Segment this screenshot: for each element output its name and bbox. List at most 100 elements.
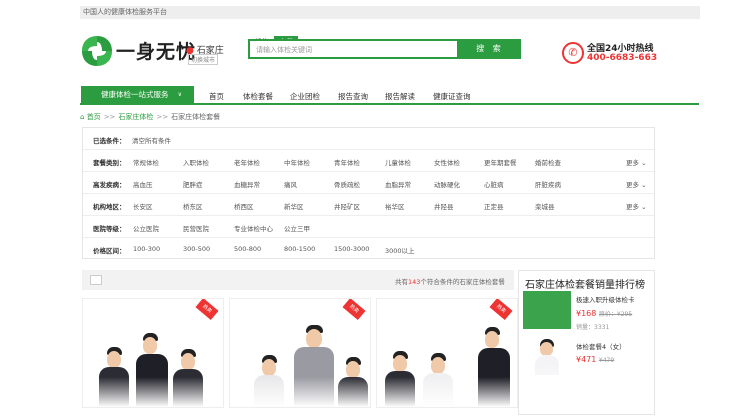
filter-option[interactable]: 1500-3000: [334, 245, 369, 253]
filter-panel: 已选条件： 清空所有条件 套餐类别： 常规体检 入职体检 老年体检 中年体检 青…: [82, 127, 655, 259]
filter-option[interactable]: 300-500: [183, 245, 210, 253]
filter-option[interactable]: 正定县: [484, 201, 504, 211]
filter-option[interactable]: 入职体检: [183, 157, 209, 167]
filter-option[interactable]: 3000以上: [385, 245, 415, 255]
filter-option[interactable]: 肥胖症: [183, 179, 203, 189]
package-card[interactable]: 热卖: [376, 298, 518, 408]
nav-item-report-interpret[interactable]: 报告解读: [385, 91, 415, 102]
top-strip: [80, 6, 700, 19]
filter-option[interactable]: 裕华区: [385, 201, 405, 211]
breadcrumb: ⌂ 首页 >> 石家庄体检 >> 石家庄体检套餐: [80, 112, 220, 122]
filter-option[interactable]: 婚前检查: [535, 157, 561, 167]
breadcrumb-city[interactable]: 石家庄体检: [118, 113, 153, 121]
hot-badge: 热卖: [342, 299, 366, 321]
nav-category-menu[interactable]: 健康体检一站式服务 ∨: [81, 86, 194, 103]
filter-row-region: 机构地区： 长安区 桥东区 桥西区 新华区 井陉矿区 裕华区 井陉县 正定县 栾…: [83, 194, 654, 216]
filter-option[interactable]: 血脂异常: [385, 179, 411, 189]
sort-checkbox[interactable]: [90, 275, 102, 285]
nav-item-health-cert[interactable]: 健康证查询: [433, 91, 471, 102]
nav-item-report-query[interactable]: 报告查询: [338, 91, 368, 102]
hot-badge: 热卖: [195, 299, 219, 321]
top-slogan: 中国人的健康体检服务平台: [83, 8, 167, 16]
search-input[interactable]: 请输入体检关键词: [248, 39, 459, 59]
filter-option[interactable]: 女性体检: [434, 157, 460, 167]
ranking-item-name[interactable]: 体检套餐4（女）: [576, 341, 626, 351]
filter-option[interactable]: 井陉矿区: [334, 201, 360, 211]
original-price: 原价：¥295: [599, 311, 632, 318]
search-button[interactable]: 搜 索: [459, 39, 521, 59]
filter-row-disease: 高发疾病： 高血压 肥胖症 血糖异常 痛风 骨质疏松 血脂异常 动脉硬化 心脏病…: [83, 172, 654, 194]
switch-city-button[interactable]: 切换城市: [188, 54, 219, 65]
card-fade: [83, 377, 223, 407]
filter-option[interactable]: 公立医院: [133, 223, 159, 233]
filter-option[interactable]: 100-300: [133, 245, 160, 253]
filter-option[interactable]: 骨质疏松: [334, 179, 360, 189]
filter-option[interactable]: 栾城县: [535, 201, 555, 211]
filter-row-category: 套餐类别： 常规体检 入职体检 老年体检 中年体检 青年体检 儿童体检 女性体检…: [83, 150, 654, 172]
more-label: 更多: [626, 181, 639, 189]
filter-option[interactable]: 老年体检: [234, 157, 260, 167]
original-price-value: ¥295: [616, 311, 633, 318]
package-card[interactable]: 热卖: [229, 298, 371, 408]
filter-option[interactable]: 桥东区: [183, 201, 203, 211]
result-number: 143: [408, 278, 421, 286]
filter-option[interactable]: 心脏病: [484, 179, 504, 189]
filter-option[interactable]: 800-1500: [284, 245, 315, 253]
filter-option[interactable]: 儿童体检: [385, 157, 411, 167]
filter-option[interactable]: 井陉县: [434, 201, 454, 211]
filter-option[interactable]: 桥西区: [234, 201, 254, 211]
ranking-title: 石家庄体检套餐销量排行榜: [525, 280, 645, 291]
filter-option[interactable]: 中年体检: [284, 157, 310, 167]
nav-item-packages[interactable]: 体检套餐: [243, 91, 273, 102]
filter-option[interactable]: 肝脏疾病: [535, 179, 561, 189]
ranking-item-image[interactable]: [523, 291, 571, 329]
phone-icon: ✆: [562, 42, 584, 64]
package-card[interactable]: 热卖: [82, 298, 224, 408]
filter-label: 已选条件：: [93, 137, 126, 145]
chevron-down-icon: ∨: [177, 91, 182, 98]
filter-option[interactable]: 高血压: [133, 179, 153, 189]
filter-label: 价格区间：: [93, 247, 126, 255]
ranking-item-price: ¥471 ¥479: [576, 355, 614, 364]
home-icon[interactable]: ⌂: [80, 113, 84, 121]
chevron-down-icon: ⌄: [641, 181, 647, 189]
result-bar: 共有143个符合条件的石家庄体检套餐: [82, 270, 514, 290]
logo-text[interactable]: 一身无忧: [116, 37, 196, 64]
filter-option[interactable]: 500-800: [234, 245, 261, 253]
breadcrumb-home[interactable]: 首页: [87, 113, 101, 121]
filter-option[interactable]: 专业体检中心: [234, 223, 273, 233]
more-button[interactable]: 更多 ⌄: [626, 201, 647, 211]
clear-filters-link[interactable]: 清空所有条件: [132, 135, 171, 145]
ranking-item-name[interactable]: 极速入职升级体检卡: [576, 294, 652, 304]
filter-option[interactable]: 新华区: [284, 201, 304, 211]
card-fade: [230, 377, 370, 407]
more-label: 更多: [626, 203, 639, 211]
filter-option[interactable]: 更年期套餐: [484, 157, 517, 167]
filter-option[interactable]: 公立三甲: [284, 223, 310, 233]
filter-row-hospital-level: 医院等级： 公立医院 民营医院 专业体检中心 公立三甲: [83, 216, 654, 238]
filter-label: 机构地区：: [93, 203, 126, 211]
filter-option[interactable]: 动脉硬化: [434, 179, 460, 189]
chevron-down-icon: ⌄: [641, 203, 647, 211]
logo-icon[interactable]: [80, 34, 114, 68]
filter-label: 套餐类别：: [93, 159, 126, 167]
filter-label: 高发疾病：: [93, 181, 126, 189]
filter-row-selected: 已选条件： 清空所有条件: [83, 128, 654, 150]
breadcrumb-separator: >>: [103, 113, 116, 121]
top-bar: 中国人的健康体检服务平台: [0, 0, 739, 22]
nav-item-corporate[interactable]: 企业团检: [290, 91, 320, 102]
result-count: 共有143个符合条件的石家庄体检套餐: [395, 276, 505, 286]
card-fade: [377, 377, 517, 407]
filter-option[interactable]: 青年体检: [334, 157, 360, 167]
filter-option[interactable]: 痛风: [284, 179, 297, 189]
chevron-down-icon: ⌄: [641, 159, 647, 167]
nav-item-home[interactable]: 首页: [209, 91, 224, 102]
result-prefix: 共有: [395, 278, 408, 286]
more-button[interactable]: 更多 ⌄: [626, 179, 647, 189]
filter-option[interactable]: 常规体检: [133, 157, 159, 167]
more-button[interactable]: 更多 ⌄: [626, 157, 647, 167]
price-value: ¥168: [576, 309, 597, 318]
filter-option[interactable]: 民营医院: [183, 223, 209, 233]
filter-option[interactable]: 长安区: [133, 201, 153, 211]
filter-option[interactable]: 血糖异常: [234, 179, 260, 189]
